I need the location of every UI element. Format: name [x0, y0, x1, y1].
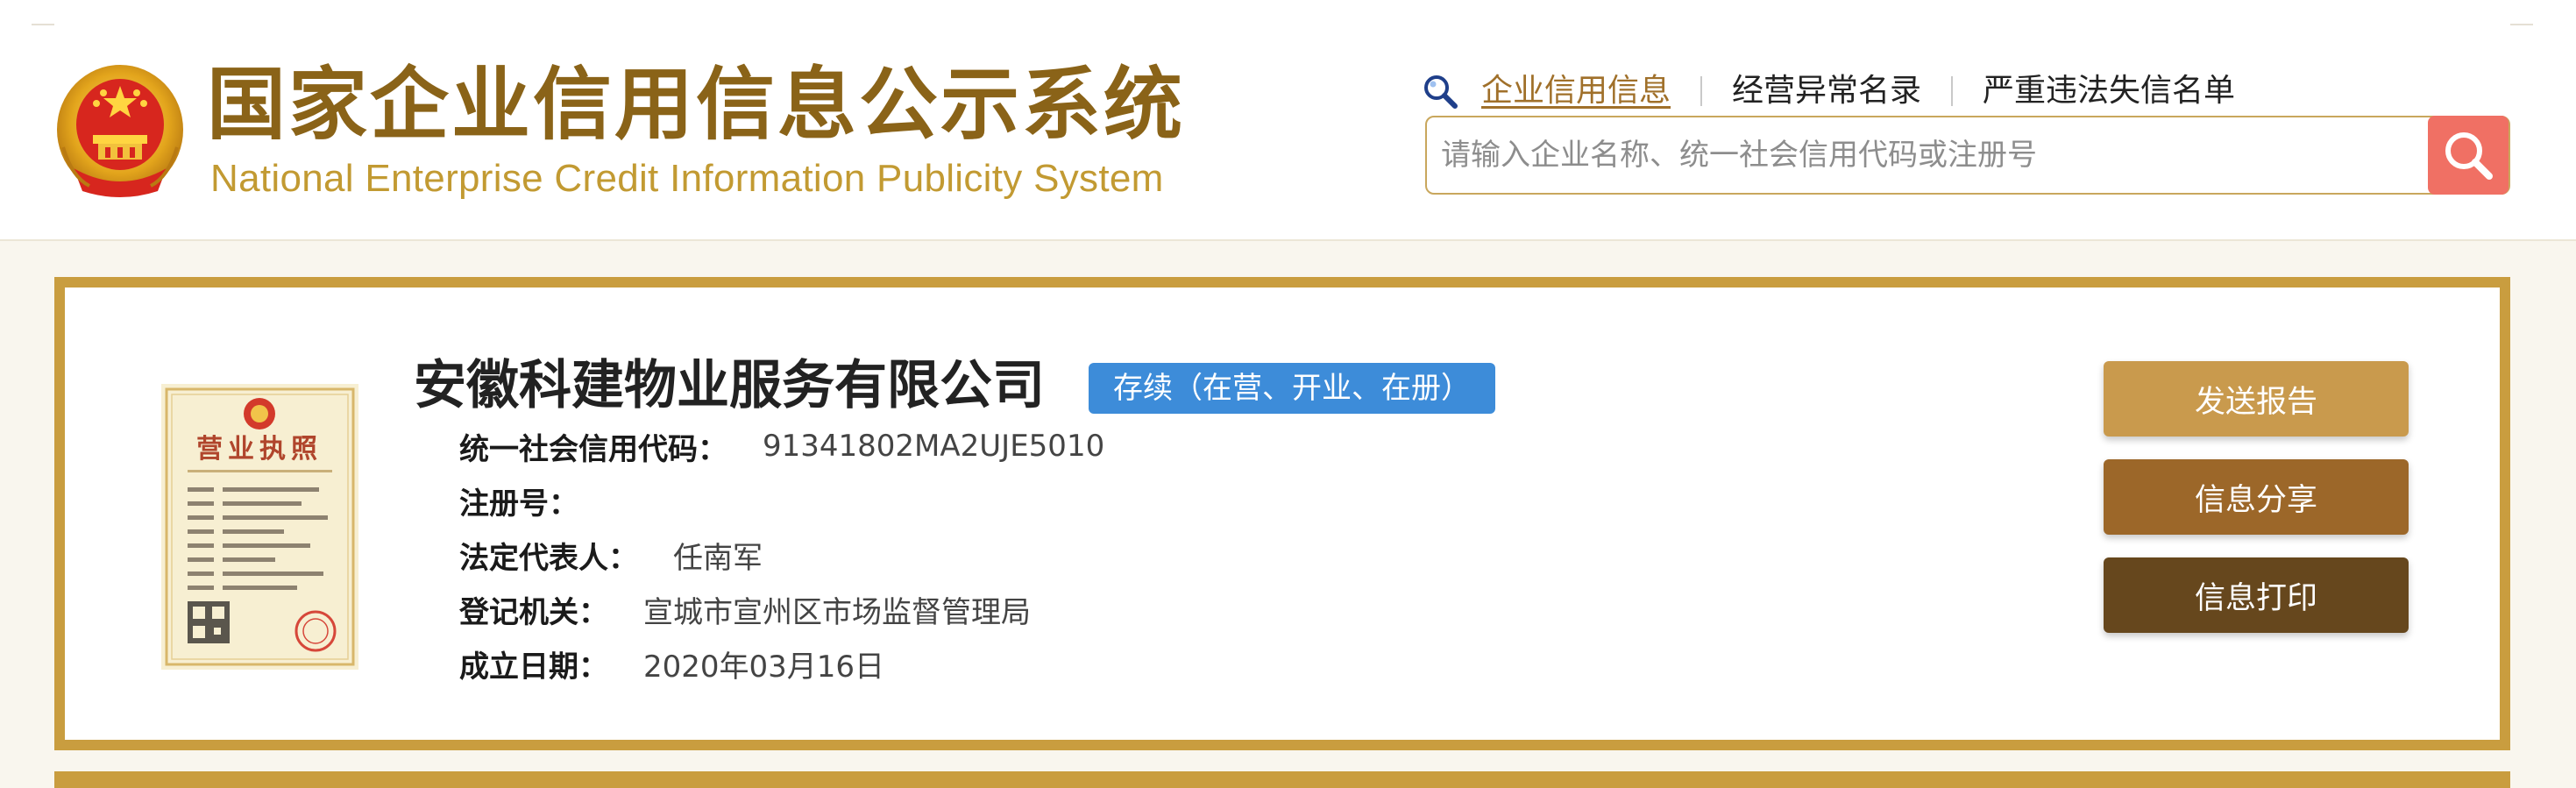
business-license-image: 营业执照 — [161, 384, 358, 670]
registration-number-label: 注册号： — [459, 486, 578, 522]
establishment-date-value: 2020年03月16日 — [643, 649, 885, 685]
legal-representative-label: 法定代表人： — [459, 540, 638, 576]
search-button[interactable] — [2428, 116, 2509, 195]
search-icon — [2445, 132, 2493, 180]
info-row-credit-code: 统一社会信用代码： 91341802MA2UJE5010 — [459, 424, 1104, 468]
nav-abnormal-operation-list[interactable]: 经营异常名录 — [1732, 69, 1921, 113]
national-emblem-icon — [57, 65, 183, 197]
establishment-date-label: 成立日期： — [459, 649, 608, 685]
legal-representative-value: 任南军 — [673, 540, 763, 576]
nav-enterprise-credit-info[interactable]: 企业信用信息 — [1481, 69, 1671, 113]
credit-code-label: 统一社会信用代码： — [459, 431, 727, 467]
top-nav: 企业信用信息 经营异常名录 严重违法失信名单 — [1422, 67, 2235, 116]
print-info-button[interactable]: 信息打印 — [2104, 557, 2409, 633]
registration-authority-label: 登记机关： — [459, 594, 608, 630]
search-box — [1425, 116, 2510, 195]
info-row-legal-representative: 法定代表人： 任南军 — [459, 533, 763, 577]
share-info-button[interactable]: 信息分享 — [2104, 459, 2409, 535]
info-row-registration-number: 注册号： — [459, 479, 614, 522]
credit-code-value: 91341802MA2UJE5010 — [763, 429, 1105, 464]
header-corner-line — [32, 24, 54, 25]
site-title: 国家企业信用信息公示系统 — [207, 58, 1185, 151]
info-row-registration-authority: 登记机关： 宣城市宣州区市场监督管理局 — [459, 587, 1031, 631]
next-section-border — [54, 771, 2510, 788]
license-title: 营业执照 — [196, 434, 323, 465]
search-icon — [1424, 75, 1458, 109]
nav-divider — [1700, 76, 1703, 106]
header-corner-line — [2510, 24, 2533, 25]
company-info-card: 营业执照 安徽科建物业服务有限公司 存续（在营、开业、在册） 统一社会信用代码：… — [54, 277, 2510, 750]
site-header: 国家企业信用信息公示系统 National Enterprise Credit … — [0, 0, 2576, 241]
nav-serious-violation-list[interactable]: 严重违法失信名单 — [1983, 69, 2235, 113]
status-badge: 存续（在营、开业、在册） — [1089, 363, 1495, 414]
registration-authority-value: 宣城市宣州区市场监督管理局 — [643, 594, 1031, 630]
info-row-establishment-date: 成立日期： 2020年03月16日 — [459, 642, 884, 685]
nav-divider — [1951, 76, 1954, 106]
search-input[interactable] — [1436, 123, 2356, 188]
site-title-en: National Enterprise Credit Information P… — [210, 157, 1164, 200]
company-name: 安徽科建物业服务有限公司 — [414, 355, 1045, 416]
send-report-button[interactable]: 发送报告 — [2104, 361, 2409, 437]
